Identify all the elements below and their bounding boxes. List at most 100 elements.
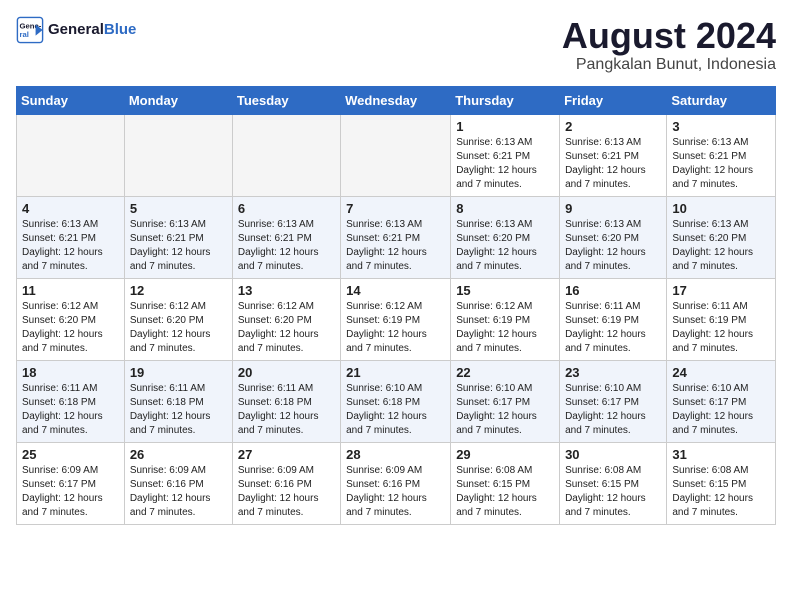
calendar-cell: 24 Sunrise: 6:10 AM Sunset: 6:17 PM Dayli… [667,360,776,442]
logo-general: General [48,21,104,38]
calendar-cell: 8 Sunrise: 6:13 AM Sunset: 6:20 PM Daylig… [451,196,560,278]
day-info: Sunrise: 6:12 AM Sunset: 6:20 PM Dayligh… [130,300,227,356]
day-number: 31 [672,447,770,462]
calendar-cell: 4 Sunrise: 6:13 AM Sunset: 6:21 PM Daylig… [17,196,125,278]
calendar-cell: 21 Sunrise: 6:10 AM Sunset: 6:18 PM Dayli… [341,360,451,442]
calendar-cell: 12 Sunrise: 6:12 AM Sunset: 6:20 PM Dayli… [124,278,232,360]
calendar-cell: 22 Sunrise: 6:10 AM Sunset: 6:17 PM Dayli… [451,360,560,442]
weekday-header-saturday: Saturday [667,86,776,114]
calendar-cell: 23 Sunrise: 6:10 AM Sunset: 6:17 PM Dayli… [560,360,667,442]
day-info: Sunrise: 6:11 AM Sunset: 6:18 PM Dayligh… [238,382,335,438]
day-info: Sunrise: 6:12 AM Sunset: 6:20 PM Dayligh… [22,300,119,356]
day-info: Sunrise: 6:10 AM Sunset: 6:17 PM Dayligh… [456,382,554,438]
day-info: Sunrise: 6:13 AM Sunset: 6:20 PM Dayligh… [456,218,554,274]
title-area: August 2024 Pangkalan Bunut, Indonesia [562,16,776,74]
day-info: Sunrise: 6:09 AM Sunset: 6:17 PM Dayligh… [22,464,119,520]
day-number: 2 [565,119,661,134]
weekday-header-monday: Monday [124,86,232,114]
logo: Gene- ral GeneralBlue [16,16,136,44]
day-info: Sunrise: 6:12 AM Sunset: 6:19 PM Dayligh… [346,300,445,356]
calendar-cell: 9Sunrise: 6:13 AM Sunset: 6:20 PM Daylig… [560,196,667,278]
calendar-cell: 25 Sunrise: 6:09 AM Sunset: 6:17 PM Dayli… [17,442,125,524]
day-info: Sunrise: 6:11 AM Sunset: 6:18 PM Dayligh… [130,382,227,438]
day-number: 8 [456,201,554,216]
calendar-cell [124,114,232,196]
day-info: Sunrise: 6:12 AM Sunset: 6:19 PM Dayligh… [456,300,554,356]
month-year: August 2024 [562,16,776,56]
day-number: 6 [238,201,335,216]
calendar-cell: 16 Sunrise: 6:11 AM Sunset: 6:19 PM Dayli… [560,278,667,360]
day-number: 27 [238,447,335,462]
day-number: 4 [22,201,119,216]
day-number: 12 [130,283,227,298]
day-info: Sunrise: 6:13 AM Sunset: 6:20 PM Dayligh… [672,218,770,274]
weekday-header-tuesday: Tuesday [232,86,340,114]
weekday-header-friday: Friday [560,86,667,114]
calendar-cell: 27Sunrise: 6:09 AM Sunset: 6:16 PM Dayli… [232,442,340,524]
weekday-header-row: SundayMondayTuesdayWednesdayThursdayFrid… [17,86,776,114]
calendar: SundayMondayTuesdayWednesdayThursdayFrid… [16,86,776,525]
week-row-5: 25 Sunrise: 6:09 AM Sunset: 6:17 PM Dayli… [17,442,776,524]
calendar-cell: 13 Sunrise: 6:12 AM Sunset: 6:20 PM Dayli… [232,278,340,360]
day-info: Sunrise: 6:13 AM Sunset: 6:21 PM Dayligh… [456,136,554,192]
calendar-cell: 15Sunrise: 6:12 AM Sunset: 6:19 PM Dayli… [451,278,560,360]
day-number: 19 [130,365,227,380]
calendar-cell: 18Sunrise: 6:11 AM Sunset: 6:18 PM Dayli… [17,360,125,442]
day-number: 13 [238,283,335,298]
calendar-cell: 28Sunrise: 6:09 AM Sunset: 6:16 PM Dayli… [341,442,451,524]
calendar-cell: 1 Sunrise: 6:13 AM Sunset: 6:21 PM Daylig… [451,114,560,196]
day-info: Sunrise: 6:12 AM Sunset: 6:20 PM Dayligh… [238,300,335,356]
day-number: 18 [22,365,119,380]
day-number: 16 [565,283,661,298]
day-number: 22 [456,365,554,380]
calendar-cell: 31 Sunrise: 6:08 AM Sunset: 6:15 PM Dayli… [667,442,776,524]
day-number: 20 [238,365,335,380]
calendar-cell [17,114,125,196]
day-info: Sunrise: 6:10 AM Sunset: 6:17 PM Dayligh… [565,382,661,438]
calendar-cell: 30 Sunrise: 6:08 AM Sunset: 6:15 PM Dayli… [560,442,667,524]
day-number: 5 [130,201,227,216]
calendar-cell: 5 Sunrise: 6:13 AM Sunset: 6:21 PM Daylig… [124,196,232,278]
calendar-cell: 10Sunrise: 6:13 AM Sunset: 6:20 PM Dayli… [667,196,776,278]
day-number: 30 [565,447,661,462]
day-number: 25 [22,447,119,462]
logo-blue: Blue [104,21,137,38]
calendar-cell: 14Sunrise: 6:12 AM Sunset: 6:19 PM Dayli… [341,278,451,360]
calendar-cell: 6 Sunrise: 6:13 AM Sunset: 6:21 PM Daylig… [232,196,340,278]
day-info: Sunrise: 6:08 AM Sunset: 6:15 PM Dayligh… [565,464,661,520]
calendar-cell: 26Sunrise: 6:09 AM Sunset: 6:16 PM Dayli… [124,442,232,524]
day-info: Sunrise: 6:13 AM Sunset: 6:21 PM Dayligh… [238,218,335,274]
calendar-cell: 19 Sunrise: 6:11 AM Sunset: 6:18 PM Dayli… [124,360,232,442]
weekday-header-thursday: Thursday [451,86,560,114]
day-number: 9 [565,201,661,216]
svg-text:ral: ral [20,30,29,39]
day-info: Sunrise: 6:09 AM Sunset: 6:16 PM Dayligh… [130,464,227,520]
week-row-2: 4 Sunrise: 6:13 AM Sunset: 6:21 PM Daylig… [17,196,776,278]
week-row-4: 18 Sunrise: 6:11 AM Sunset: 6:18 PM Dayli… [17,360,776,442]
day-number: 11 [22,283,119,298]
calendar-cell: 7 Sunrise: 6:13 AM Sunset: 6:21 PM Daylig… [341,196,451,278]
day-number: 7 [346,201,445,216]
day-number: 24 [672,365,770,380]
day-number: 1 [456,119,554,134]
day-number: 21 [346,365,445,380]
day-info: Sunrise: 6:13 AM Sunset: 6:21 PM Dayligh… [346,218,445,274]
calendar-cell: 17Sunrise: 6:11 AM Sunset: 6:19 PM Dayli… [667,278,776,360]
logo-icon: Gene- ral [16,16,44,44]
calendar-cell: 29Sunrise: 6:08 AM Sunset: 6:15 PM Dayli… [451,442,560,524]
week-row-1: 1 Sunrise: 6:13 AM Sunset: 6:21 PM Daylig… [17,114,776,196]
week-row-3: 11 Sunrise: 6:12 AM Sunset: 6:20 PM Dayli… [17,278,776,360]
day-info: Sunrise: 6:13 AM Sunset: 6:21 PM Dayligh… [130,218,227,274]
calendar-cell: 20 Sunrise: 6:11 AM Sunset: 6:18 PM Dayli… [232,360,340,442]
day-info: Sunrise: 6:10 AM Sunset: 6:17 PM Dayligh… [672,382,770,438]
day-info: Sunrise: 6:08 AM Sunset: 6:15 PM Dayligh… [672,464,770,520]
day-info: Sunrise: 6:10 AM Sunset: 6:18 PM Dayligh… [346,382,445,438]
calendar-cell [341,114,451,196]
day-info: Sunrise: 6:11 AM Sunset: 6:19 PM Dayligh… [672,300,770,356]
day-info: Sunrise: 6:13 AM Sunset: 6:21 PM Dayligh… [565,136,661,192]
day-info: Sunrise: 6:11 AM Sunset: 6:19 PM Dayligh… [565,300,661,356]
calendar-cell [232,114,340,196]
day-info: Sunrise: 6:13 AM Sunset: 6:21 PM Dayligh… [22,218,119,274]
day-number: 23 [565,365,661,380]
day-number: 3 [672,119,770,134]
